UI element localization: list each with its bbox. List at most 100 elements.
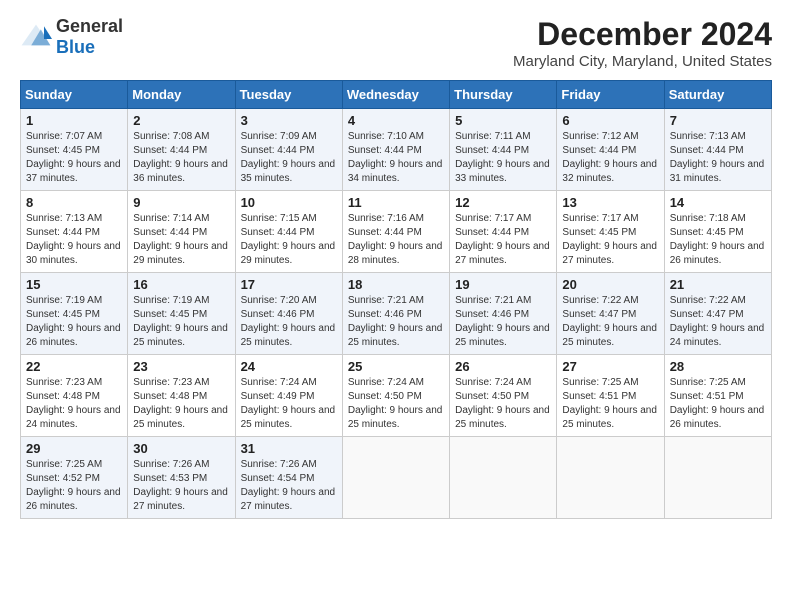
calendar-cell: 2 Sunrise: 7:08 AMSunset: 4:44 PMDaylight…: [128, 109, 235, 191]
title-area: December 2024 Maryland City, Maryland, U…: [513, 16, 772, 70]
location-title: Maryland City, Maryland, United States: [513, 53, 772, 70]
calendar-cell: 17 Sunrise: 7:20 AMSunset: 4:46 PMDayligh…: [235, 273, 342, 355]
calendar-cell: 19 Sunrise: 7:21 AMSunset: 4:46 PMDayligh…: [450, 273, 557, 355]
day-detail: Sunrise: 7:24 AMSunset: 4:49 PMDaylight:…: [241, 377, 336, 430]
calendar-table: SundayMondayTuesdayWednesdayThursdayFrid…: [20, 80, 772, 519]
calendar-cell: 18 Sunrise: 7:21 AMSunset: 4:46 PMDayligh…: [342, 273, 449, 355]
day-number: 24: [241, 359, 337, 374]
day-number: 30: [133, 441, 229, 456]
day-detail: Sunrise: 7:14 AMSunset: 4:44 PMDaylight:…: [133, 213, 228, 266]
day-number: 15: [26, 277, 122, 292]
header-saturday: Saturday: [664, 81, 771, 109]
logo: General Blue: [20, 16, 123, 58]
calendar-week-row: 22 Sunrise: 7:23 AMSunset: 4:48 PMDayligh…: [21, 355, 772, 437]
day-number: 31: [241, 441, 337, 456]
calendar-cell: 26 Sunrise: 7:24 AMSunset: 4:50 PMDayligh…: [450, 355, 557, 437]
day-detail: Sunrise: 7:09 AMSunset: 4:44 PMDaylight:…: [241, 131, 336, 184]
day-detail: Sunrise: 7:10 AMSunset: 4:44 PMDaylight:…: [348, 131, 443, 184]
day-detail: Sunrise: 7:25 AMSunset: 4:51 PMDaylight:…: [670, 377, 765, 430]
day-detail: Sunrise: 7:15 AMSunset: 4:44 PMDaylight:…: [241, 213, 336, 266]
calendar-cell: 22Sunrise: 7:23 AMSunset: 4:48 PMDayligh…: [21, 355, 128, 437]
day-detail: Sunrise: 7:17 AMSunset: 4:44 PMDaylight:…: [455, 213, 550, 266]
calendar-cell: 3 Sunrise: 7:09 AMSunset: 4:44 PMDaylight…: [235, 109, 342, 191]
logo-icon: [20, 23, 52, 51]
calendar-cell: 25Sunrise: 7:24 AMSunset: 4:50 PMDayligh…: [342, 355, 449, 437]
day-detail: Sunrise: 7:20 AMSunset: 4:46 PMDaylight:…: [241, 295, 336, 348]
header-sunday: Sunday: [21, 81, 128, 109]
day-number: 22: [26, 359, 122, 374]
calendar-cell: 12 Sunrise: 7:17 AMSunset: 4:44 PMDayligh…: [450, 191, 557, 273]
day-detail: Sunrise: 7:22 AMSunset: 4:47 PMDaylight:…: [670, 295, 765, 348]
day-number: 8: [26, 195, 122, 210]
calendar-cell: 6Sunrise: 7:12 AMSunset: 4:44 PMDaylight…: [557, 109, 664, 191]
calendar-cell: 14 Sunrise: 7:18 AMSunset: 4:45 PMDayligh…: [664, 191, 771, 273]
calendar-cell: 31 Sunrise: 7:26 AMSunset: 4:54 PMDayligh…: [235, 437, 342, 519]
day-detail: Sunrise: 7:19 AMSunset: 4:45 PMDaylight:…: [26, 295, 121, 348]
calendar-week-row: 1 Sunrise: 7:07 AMSunset: 4:45 PMDaylight…: [21, 109, 772, 191]
day-number: 11: [348, 195, 444, 210]
calendar-cell: 9 Sunrise: 7:14 AMSunset: 4:44 PMDaylight…: [128, 191, 235, 273]
calendar-cell: 11 Sunrise: 7:16 AMSunset: 4:44 PMDayligh…: [342, 191, 449, 273]
calendar-cell: 5 Sunrise: 7:11 AMSunset: 4:44 PMDaylight…: [450, 109, 557, 191]
day-number: 18: [348, 277, 444, 292]
day-number: 1: [26, 113, 122, 128]
calendar-cell: 16Sunrise: 7:19 AMSunset: 4:45 PMDayligh…: [128, 273, 235, 355]
day-detail: Sunrise: 7:23 AMSunset: 4:48 PMDaylight:…: [133, 377, 228, 430]
day-number: 7: [670, 113, 766, 128]
day-detail: Sunrise: 7:21 AMSunset: 4:46 PMDaylight:…: [348, 295, 443, 348]
day-detail: Sunrise: 7:21 AMSunset: 4:46 PMDaylight:…: [455, 295, 550, 348]
day-number: 26: [455, 359, 551, 374]
header-monday: Monday: [128, 81, 235, 109]
day-detail: Sunrise: 7:16 AMSunset: 4:44 PMDaylight:…: [348, 213, 443, 266]
day-number: 23: [133, 359, 229, 374]
day-number: 19: [455, 277, 551, 292]
calendar-cell: [557, 437, 664, 519]
day-number: 6: [562, 113, 658, 128]
header-tuesday: Tuesday: [235, 81, 342, 109]
logo-blue: Blue: [56, 37, 95, 57]
day-number: 14: [670, 195, 766, 210]
calendar-cell: [664, 437, 771, 519]
calendar-cell: 23 Sunrise: 7:23 AMSunset: 4:48 PMDayligh…: [128, 355, 235, 437]
day-detail: Sunrise: 7:22 AMSunset: 4:47 PMDaylight:…: [562, 295, 657, 348]
calendar-cell: 15 Sunrise: 7:19 AMSunset: 4:45 PMDayligh…: [21, 273, 128, 355]
calendar-cell: 1 Sunrise: 7:07 AMSunset: 4:45 PMDaylight…: [21, 109, 128, 191]
day-number: 13: [562, 195, 658, 210]
day-detail: Sunrise: 7:26 AMSunset: 4:53 PMDaylight:…: [133, 459, 228, 512]
day-number: 17: [241, 277, 337, 292]
month-title: December 2024: [513, 16, 772, 53]
day-detail: Sunrise: 7:18 AMSunset: 4:45 PMDaylight:…: [670, 213, 765, 266]
day-detail: Sunrise: 7:08 AMSunset: 4:44 PMDaylight:…: [133, 131, 228, 184]
day-number: 10: [241, 195, 337, 210]
day-number: 12: [455, 195, 551, 210]
calendar-cell: [342, 437, 449, 519]
day-detail: Sunrise: 7:24 AMSunset: 4:50 PMDaylight:…: [455, 377, 550, 430]
calendar-cell: 10 Sunrise: 7:15 AMSunset: 4:44 PMDayligh…: [235, 191, 342, 273]
day-number: 3: [241, 113, 337, 128]
calendar-cell: 21 Sunrise: 7:22 AMSunset: 4:47 PMDayligh…: [664, 273, 771, 355]
calendar-header-row: SundayMondayTuesdayWednesdayThursdayFrid…: [21, 81, 772, 109]
day-number: 5: [455, 113, 551, 128]
day-detail: Sunrise: 7:13 AMSunset: 4:44 PMDaylight:…: [670, 131, 765, 184]
header-thursday: Thursday: [450, 81, 557, 109]
day-detail: Sunrise: 7:07 AMSunset: 4:45 PMDaylight:…: [26, 131, 121, 184]
header-friday: Friday: [557, 81, 664, 109]
day-detail: Sunrise: 7:25 AMSunset: 4:51 PMDaylight:…: [562, 377, 657, 430]
calendar-cell: 30 Sunrise: 7:26 AMSunset: 4:53 PMDayligh…: [128, 437, 235, 519]
calendar-cell: 28 Sunrise: 7:25 AMSunset: 4:51 PMDayligh…: [664, 355, 771, 437]
calendar-week-row: 15 Sunrise: 7:19 AMSunset: 4:45 PMDayligh…: [21, 273, 772, 355]
calendar-cell: [450, 437, 557, 519]
calendar-cell: 24 Sunrise: 7:24 AMSunset: 4:49 PMDayligh…: [235, 355, 342, 437]
page-header: General Blue December 2024 Maryland City…: [20, 16, 772, 70]
day-detail: Sunrise: 7:11 AMSunset: 4:44 PMDaylight:…: [455, 131, 550, 184]
day-detail: Sunrise: 7:26 AMSunset: 4:54 PMDaylight:…: [241, 459, 336, 512]
day-number: 28: [670, 359, 766, 374]
day-number: 21: [670, 277, 766, 292]
day-number: 4: [348, 113, 444, 128]
calendar-week-row: 29Sunrise: 7:25 AMSunset: 4:52 PMDayligh…: [21, 437, 772, 519]
calendar-cell: 7 Sunrise: 7:13 AMSunset: 4:44 PMDaylight…: [664, 109, 771, 191]
day-number: 2: [133, 113, 229, 128]
day-number: 16: [133, 277, 229, 292]
day-number: 9: [133, 195, 229, 210]
day-detail: Sunrise: 7:24 AMSunset: 4:50 PMDaylight:…: [348, 377, 443, 430]
